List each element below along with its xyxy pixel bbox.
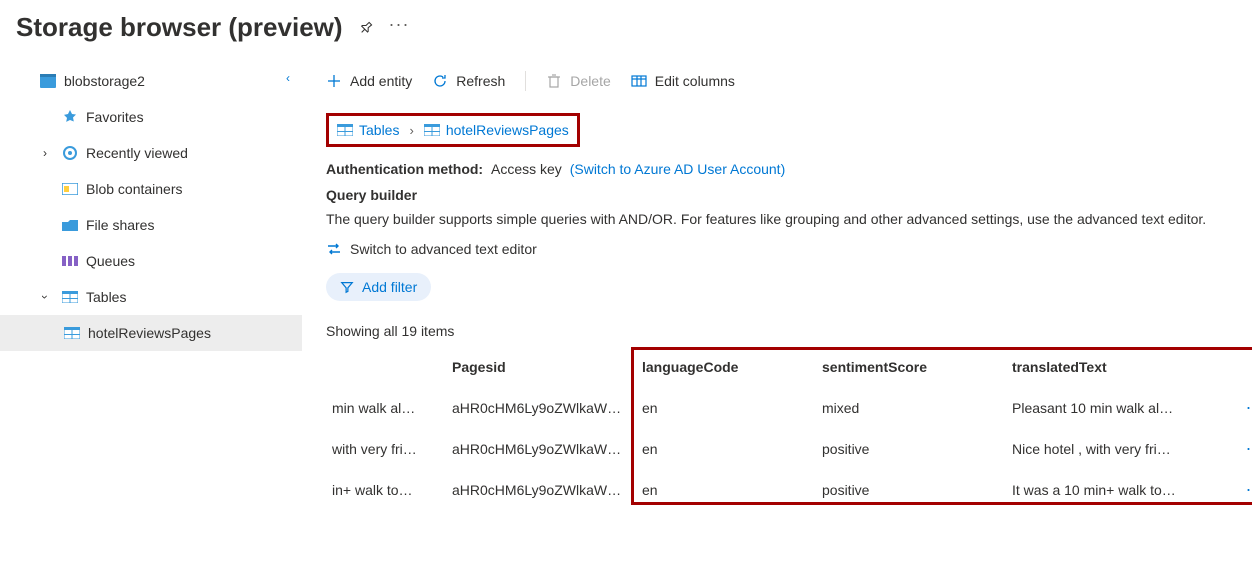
cell: It was a 10 min+ walk to… xyxy=(1006,472,1236,508)
sidebar-item-blob[interactable]: Blob containers xyxy=(0,171,302,207)
sidebar-item-label: Recently viewed xyxy=(86,145,188,161)
sidebar-item-queues[interactable]: Queues xyxy=(0,243,302,279)
row-actions-icon[interactable]: ··· xyxy=(1236,387,1252,428)
collapse-sidebar-icon[interactable]: ‹ xyxy=(286,71,290,85)
table-icon xyxy=(62,327,82,339)
edit-columns-button[interactable]: Edit columns xyxy=(631,73,735,89)
button-label: Add entity xyxy=(350,73,412,89)
col-header-pagesid[interactable]: Pagesid xyxy=(446,347,636,387)
table-header: Pagesid languageCode sentimentScore tran… xyxy=(326,347,1240,387)
cell: aHR0cHM6Ly9oZWlkaW… xyxy=(446,390,636,426)
auth-value: Access key xyxy=(491,161,562,177)
separator xyxy=(525,71,526,91)
cell: Nice hotel , with very fri… xyxy=(1006,431,1236,467)
breadcrumb-current[interactable]: hotelReviewsPages xyxy=(424,122,569,138)
button-label: Refresh xyxy=(456,73,505,89)
cell: aHR0cHM6Ly9oZWlkaW… xyxy=(446,472,636,508)
button-label: Add filter xyxy=(362,279,417,295)
breadcrumb-tables[interactable]: Tables xyxy=(337,122,399,138)
sidebar-item-label: Tables xyxy=(86,289,126,305)
gear-icon xyxy=(60,145,80,161)
cell: min walk al… xyxy=(326,390,446,426)
chevron-down-icon[interactable]: › xyxy=(38,282,52,312)
auth-label: Authentication method: xyxy=(326,161,483,177)
sidebar-item-files[interactable]: File shares xyxy=(0,207,302,243)
star-icon xyxy=(60,109,80,125)
cell: en xyxy=(636,431,816,467)
sidebar-item-hotelreviewspages[interactable]: hotelReviewsPages xyxy=(0,315,302,351)
table-row[interactable]: in+ walk to…aHR0cHM6Ly9oZWlkaW…enpositiv… xyxy=(326,469,1240,510)
table-row[interactable]: with very fri…aHR0cHM6Ly9oZWlkaW…enposit… xyxy=(326,428,1240,469)
breadcrumb-label: Tables xyxy=(359,122,399,138)
queue-icon xyxy=(60,256,80,266)
cell: Pleasant 10 min walk al… xyxy=(1006,390,1236,426)
sidebar-storage-root[interactable]: blobstorage2 xyxy=(0,63,302,99)
table-icon xyxy=(60,291,80,303)
sidebar-item-label: Favorites xyxy=(86,109,144,125)
blob-icon xyxy=(60,183,80,195)
row-actions-icon[interactable]: ··· xyxy=(1236,428,1252,469)
table-row[interactable]: min walk al…aHR0cHM6Ly9oZWlkaW…enmixedPl… xyxy=(326,387,1240,428)
page-title: Storage browser (preview) xyxy=(16,12,343,43)
switch-editor-button[interactable]: Switch to advanced text editor xyxy=(326,241,1240,257)
sidebar-item-tables[interactable]: › Tables xyxy=(0,279,302,315)
query-builder-description: The query builder supports simple querie… xyxy=(326,211,1240,227)
auth-method-row: Authentication method: Access key (Switc… xyxy=(326,161,1240,177)
sidebar-item-label: Queues xyxy=(86,253,135,269)
col-header-languagecode[interactable]: languageCode xyxy=(636,347,816,387)
add-entity-button[interactable]: Add entity xyxy=(326,73,412,89)
col-header[interactable] xyxy=(326,355,446,379)
refresh-button[interactable]: Refresh xyxy=(432,73,505,89)
cell: aHR0cHM6Ly9oZWlkaW… xyxy=(446,431,636,467)
sidebar-item-label: File shares xyxy=(86,217,154,233)
add-filter-button[interactable]: Add filter xyxy=(326,273,431,301)
storage-icon xyxy=(38,74,58,88)
sidebar-item-label: blobstorage2 xyxy=(64,73,145,89)
cell: positive xyxy=(816,472,1006,508)
cell: en xyxy=(636,390,816,426)
fileshare-icon xyxy=(60,219,80,231)
col-header-translatedtext[interactable]: translatedText xyxy=(1006,347,1236,387)
sidebar: ‹ blobstorage2 Favorites › xyxy=(0,59,302,510)
cell: in+ walk to… xyxy=(326,472,446,508)
button-label: Delete xyxy=(570,73,610,89)
sidebar-item-recent[interactable]: › Recently viewed xyxy=(0,135,302,171)
pin-icon[interactable] xyxy=(359,21,373,35)
chevron-right-icon[interactable]: › xyxy=(30,146,60,160)
result-count: Showing all 19 items xyxy=(326,323,1240,339)
command-bar: Add entity Refresh Delete Edit columns xyxy=(326,63,1240,99)
cell: with very fri… xyxy=(326,431,446,467)
sidebar-item-favorites[interactable]: Favorites xyxy=(0,99,302,135)
cell: en xyxy=(636,472,816,508)
breadcrumb: Tables › hotelReviewsPages xyxy=(326,113,580,147)
query-builder-heading: Query builder xyxy=(326,187,1240,203)
button-label: Edit columns xyxy=(655,73,735,89)
cell: positive xyxy=(816,431,1006,467)
col-header-sentimentscore[interactable]: sentimentScore xyxy=(816,347,1006,387)
row-actions-icon[interactable]: ··· xyxy=(1236,469,1252,510)
breadcrumb-label: hotelReviewsPages xyxy=(446,122,569,138)
sidebar-item-label: hotelReviewsPages xyxy=(88,325,211,341)
button-label: Switch to advanced text editor xyxy=(350,241,537,257)
cell: mixed xyxy=(816,390,1006,426)
chevron-right-icon: › xyxy=(409,123,413,138)
main-content: Add entity Refresh Delete Edit columns T… xyxy=(302,59,1252,510)
sidebar-item-label: Blob containers xyxy=(86,181,183,197)
switch-auth-link[interactable]: (Switch to Azure AD User Account) xyxy=(570,161,786,177)
more-icon[interactable]: ··· xyxy=(389,15,410,33)
delete-button: Delete xyxy=(546,73,610,89)
